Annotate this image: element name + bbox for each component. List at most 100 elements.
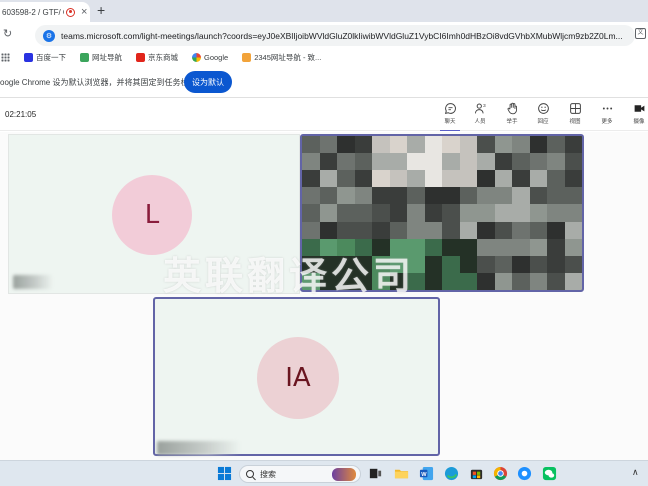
video-pixel-block	[389, 170, 407, 188]
video-pixel-block	[494, 272, 512, 290]
video-pixel-block	[424, 238, 442, 256]
video-pixel-block	[547, 221, 565, 239]
windows-taskbar: 搜索 W ∧	[0, 460, 648, 486]
raise-hand-label: 举手	[506, 119, 518, 125]
tray-overflow-icon[interactable]: ∧	[632, 467, 639, 478]
edge-icon[interactable]	[444, 466, 459, 481]
video-pixel-block	[477, 153, 495, 171]
reload-icon[interactable]: ↻	[3, 28, 12, 40]
apps-grid-icon[interactable]	[1, 52, 10, 62]
video-pixel-block	[302, 204, 320, 222]
video-pixel-block	[407, 204, 425, 222]
more-button[interactable]: 更多	[593, 102, 621, 130]
bookmark-jd[interactable]: 京东商城	[136, 52, 178, 63]
video-pixel-block	[407, 153, 425, 171]
set-default-button[interactable]: 设为默认	[184, 71, 232, 93]
video-pixel-block	[442, 204, 460, 222]
chat-button[interactable]: 聊天	[436, 102, 464, 131]
recording-icon	[66, 7, 75, 17]
video-pixel-block	[529, 255, 547, 273]
bookmark-label: 百度一下	[36, 52, 66, 62]
bookmark-baidu[interactable]: 百度一下	[24, 52, 66, 63]
raise-hand-button[interactable]: 举手	[498, 102, 526, 130]
video-pixel-block	[459, 221, 477, 239]
wechat-icon[interactable]	[542, 466, 557, 481]
people-button[interactable]: 3 人员	[466, 102, 494, 130]
bookmark-nav[interactable]: 网址导航	[80, 52, 122, 63]
new-tab-button[interactable]: +	[97, 3, 105, 17]
view-button[interactable]: 视图	[561, 102, 589, 130]
start-icon[interactable]	[217, 466, 232, 481]
video-pixel-block	[529, 204, 547, 222]
search-highlight-icon	[332, 468, 356, 481]
address-bar[interactable]: ⚙ teams.microsoft.com/light-meetings/lau…	[35, 25, 635, 46]
video-pixel-block	[372, 204, 390, 222]
video-pixel-block	[424, 255, 442, 273]
site-info-icon[interactable]: ⚙	[43, 29, 55, 42]
camera-button[interactable]: 摄像	[630, 102, 648, 130]
video-pixel-block	[354, 136, 372, 154]
video-pixel-block	[564, 238, 582, 256]
video-pixel-block	[564, 221, 582, 239]
video-pixel-block	[337, 204, 355, 222]
raise-hand-icon	[507, 102, 517, 115]
video-pixel-block	[547, 187, 565, 205]
chrome-icon[interactable]	[493, 466, 508, 481]
participant-tile-ia[interactable]: IA	[153, 297, 440, 456]
react-button[interactable]: 回应	[529, 102, 557, 130]
video-pixel-block	[459, 204, 477, 222]
video-pixel-block	[494, 170, 512, 188]
video-pixel-block	[337, 153, 355, 171]
bookmark-google[interactable]: Google	[192, 52, 229, 62]
video-pixel-block	[494, 136, 512, 154]
default-browser-infobar: oogle Chrome 设为默认浏览器，并将其固定到任务栏 设为默认	[0, 66, 648, 98]
file-explorer-icon[interactable]	[394, 466, 409, 481]
video-pixel-block	[424, 153, 442, 171]
video-pixel-block	[442, 272, 460, 290]
video-pixel-block	[424, 136, 442, 154]
video-pixel-block	[442, 238, 460, 256]
browser-tab[interactable]: 603598-2 / GTF/ Gé ×	[0, 2, 90, 22]
video-pixel-block	[389, 187, 407, 205]
react-label: 回应	[537, 119, 549, 125]
meeting-timer: 02:21:05	[5, 110, 37, 119]
video-pixel-block	[407, 170, 425, 188]
meeting-stage: L IA 英联翻译公司	[0, 132, 648, 460]
word-icon[interactable]: W	[419, 466, 434, 481]
video-pixel-block	[529, 153, 547, 171]
video-pixel-block	[564, 136, 582, 154]
video-pixel-block	[529, 187, 547, 205]
video-pixel-block	[529, 170, 547, 188]
video-pixel-block	[477, 238, 495, 256]
video-pixel-block	[547, 153, 565, 171]
bookmark-label: Google	[204, 52, 229, 62]
video-pixel-block	[547, 170, 565, 188]
video-pixel-block	[512, 238, 530, 256]
video-pixel-block	[407, 187, 425, 205]
video-pixel-block	[459, 187, 477, 205]
video-pixel-block	[564, 187, 582, 205]
qq-browser-icon[interactable]	[517, 466, 532, 481]
translate-icon[interactable]: 文	[635, 28, 646, 39]
taskbar-search-box[interactable]: 搜索	[239, 465, 361, 483]
video-pixel-block	[477, 255, 495, 273]
tab-close-button[interactable]: ×	[81, 6, 87, 18]
video-pixel-block	[372, 187, 390, 205]
view-label: 视图	[569, 119, 581, 125]
video-pixel-block	[459, 255, 477, 273]
video-pixel-block	[389, 136, 407, 154]
video-pixel-block	[372, 170, 390, 188]
video-pixel-block	[319, 170, 337, 188]
video-pixel-block	[442, 221, 460, 239]
jd-icon	[136, 52, 145, 62]
video-pixel-block	[512, 272, 530, 290]
search-icon	[246, 470, 254, 478]
store-icon[interactable]	[469, 466, 484, 481]
bookmark-2345[interactable]: 2345网址导航 - 致...	[242, 52, 321, 63]
video-pixel-block	[424, 272, 442, 290]
video-pixel-block	[372, 153, 390, 171]
browser-tab-strip: 603598-2 / GTF/ Gé × +	[0, 0, 648, 22]
task-view-icon[interactable]	[368, 466, 383, 481]
video-pixel-block	[512, 153, 530, 171]
video-pixel-block	[424, 221, 442, 239]
